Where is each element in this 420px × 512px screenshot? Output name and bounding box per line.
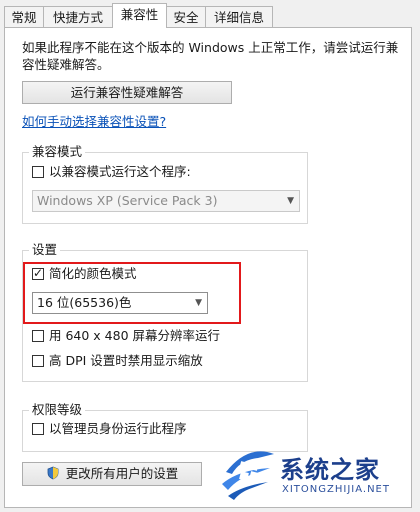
run-troubleshooter-button[interactable]: 运行兼容性疑难解答 (22, 81, 232, 104)
privilege-title: 权限等级 (29, 402, 86, 418)
compat-mode-checkbox[interactable] (32, 166, 44, 178)
settings-title: 设置 (29, 242, 61, 258)
intro-text-line1: 如果此程序不能在这个版本的 Windows 上正常工作，请尝试运行兼 (22, 40, 399, 55)
manual-settings-link[interactable]: 如何手动选择兼容性设置? (22, 114, 166, 130)
reduced-color-checkbox[interactable]: ✓ (32, 266, 44, 280)
dpi-checkbox[interactable] (32, 355, 44, 367)
reduced-color-label: 简化的颜色模式 (49, 266, 137, 281)
intro-text-line2: 容性疑难解答。 (22, 57, 110, 72)
watermark-url: XITONGZHIJIA.NET (282, 484, 390, 495)
chevron-down-icon: ▼ (195, 298, 202, 308)
admin-label: 以管理员身份运行此程序 (49, 421, 187, 436)
change-all-users-label: 更改所有用户的设置 (65, 466, 179, 481)
tab-shortcut[interactable]: 快捷方式 (43, 6, 113, 27)
watermark-logo: 系统之家 XITONGZHIJIA.NET (218, 440, 418, 510)
resolution-checkbox[interactable] (32, 330, 44, 342)
compat-mode-label: 以兼容模式运行这个程序: (49, 164, 191, 179)
color-depth-select[interactable]: 16 位(65536)色 ▼ (32, 292, 208, 314)
compat-mode-select[interactable]: Windows XP (Service Pack 3) ▼ (32, 190, 300, 212)
check-icon: ✓ (33, 266, 44, 280)
shield-icon (47, 466, 59, 480)
compat-mode-group: 兼容模式 (22, 144, 308, 224)
admin-checkbox[interactable] (32, 423, 44, 435)
color-depth-select-value: 16 位(65536)色 (37, 295, 132, 310)
tab-details[interactable]: 详细信息 (205, 6, 273, 27)
change-all-users-button[interactable]: 更改所有用户的设置 (22, 462, 202, 486)
compat-mode-select-value: Windows XP (Service Pack 3) (37, 193, 218, 208)
logo-icon (222, 451, 274, 500)
compat-mode-title: 兼容模式 (29, 144, 86, 160)
resolution-label: 用 640 x 480 屏幕分辨率运行 (49, 328, 221, 343)
tab-general[interactable]: 常规 (4, 6, 44, 27)
chevron-down-icon: ▼ (287, 196, 294, 206)
tab-compatibility[interactable]: 兼容性 (112, 3, 167, 28)
watermark-name: 系统之家 (280, 456, 380, 484)
dpi-label: 高 DPI 设置时禁用显示缩放 (49, 353, 203, 368)
tab-security[interactable]: 安全 (166, 6, 206, 27)
